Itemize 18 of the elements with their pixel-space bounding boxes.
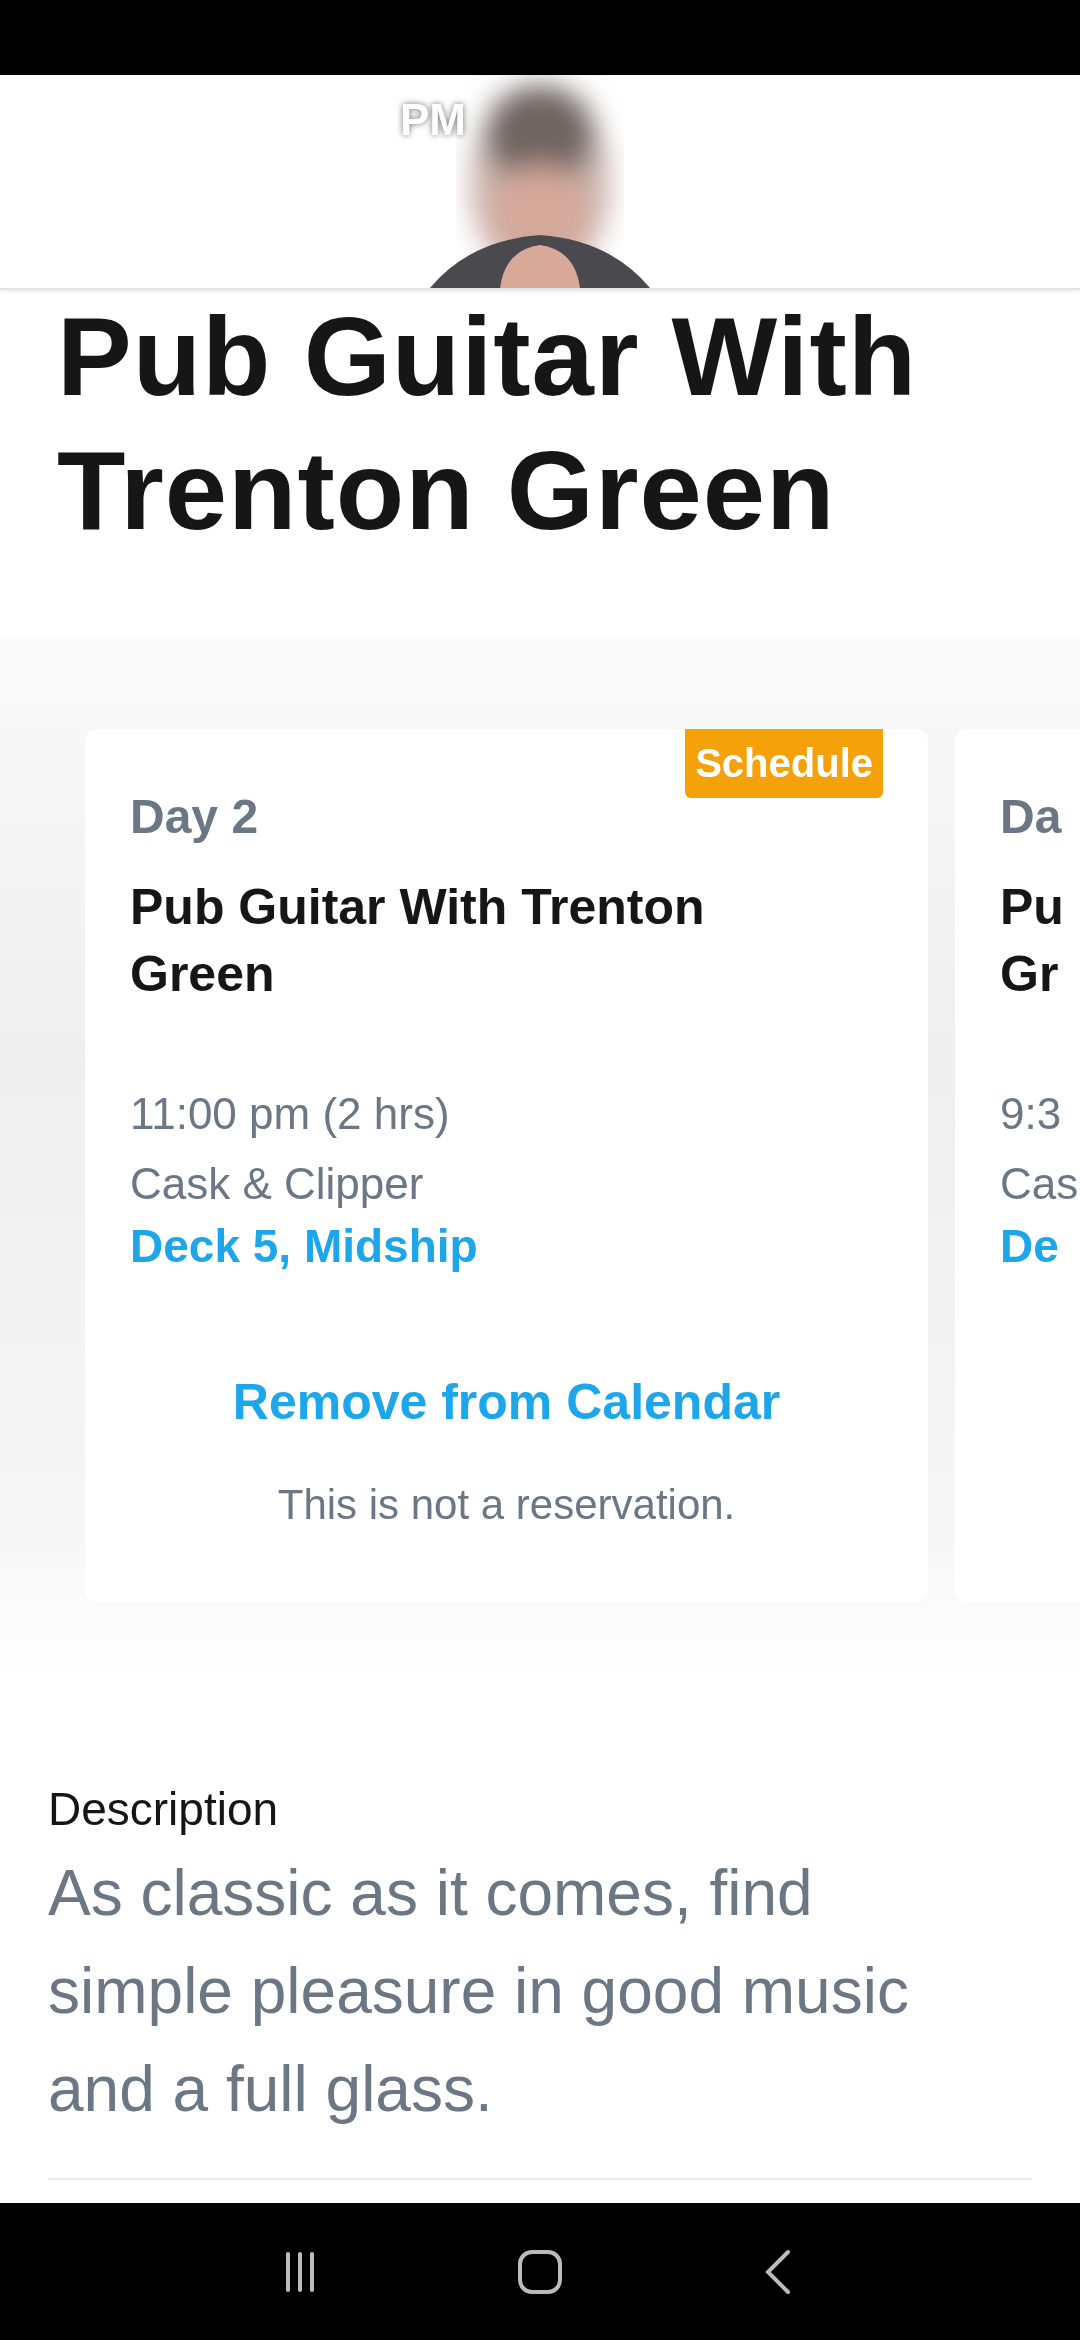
event-title: Pub Guitar With Trenton Green — [130, 877, 706, 1005]
description-text: As classic as it comes, find simple pleasure in good music and a full glass. — [48, 1843, 1032, 2180]
status-text: PM — [400, 95, 466, 145]
event-title: Pu Gr — [1000, 877, 1065, 1005]
page-title: Pub Guitar With Trenton Green — [56, 293, 919, 556]
event-day: Da — [1000, 788, 1080, 844]
event-venue: Cas — [1000, 1158, 1080, 1209]
description-heading: Description — [48, 1781, 280, 1836]
location-link[interactable]: Deck 5, Midship — [130, 1218, 883, 1273]
event-venue: Cask & Clipper — [130, 1158, 425, 1209]
schedule-badge: Schedule — [685, 728, 883, 798]
reservation-note: This is not a reservation. — [277, 1480, 736, 1529]
event-card[interactable]: Da Pu Gr 9:3 Cas De — [955, 728, 1080, 1602]
remove-calendar-button[interactable]: Remove from Calendar — [232, 1372, 781, 1431]
event-card[interactable]: Schedule Day 2 Pub Guitar With Trenton Green 11:00 pm (2 hrs) Cask & Clipper Deck 5, Midship Remove from Calendar This is not a reservation. — [85, 728, 928, 1602]
event-time: 11:00 pm (2 hrs) — [130, 1088, 451, 1139]
event-time: 9:3 — [1000, 1088, 1063, 1139]
location-link[interactable]: De — [1000, 1218, 1080, 1273]
